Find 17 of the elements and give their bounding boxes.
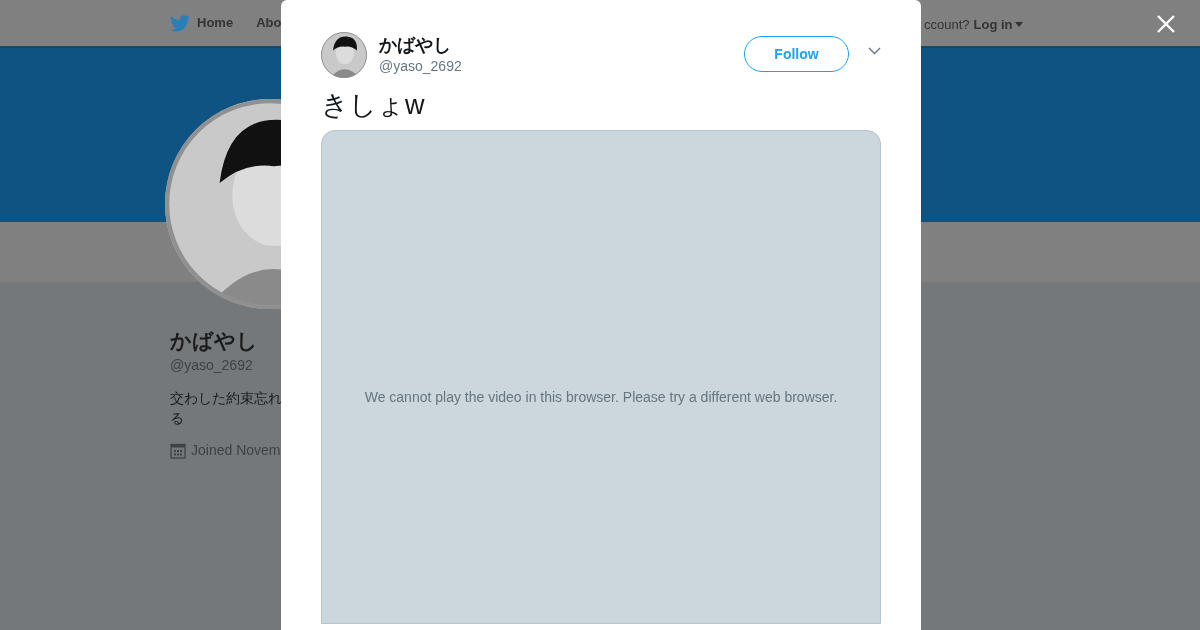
- profile-name: かばやし: [170, 328, 259, 354]
- nav-link[interactable]: Abo: [256, 13, 282, 33]
- close-button[interactable]: [1156, 14, 1176, 34]
- calendar-icon: [170, 442, 186, 459]
- nav-link[interactable]: Home: [170, 13, 234, 33]
- login-link[interactable]: Log in: [973, 15, 1023, 35]
- author-name: かばやし: [379, 34, 452, 56]
- follow-button[interactable]: Follow: [744, 36, 849, 72]
- caret-icon: [1014, 22, 1023, 28]
- profile-bio: 交わした約束忘れ る: [170, 389, 283, 429]
- author-handle: @yaso_2692: [379, 57, 463, 76]
- bird-icon: [170, 14, 190, 32]
- chevron-button[interactable]: [868, 47, 881, 55]
- video-message: We cannot play the video in this browser. Please try a different web browser.: [364, 387, 838, 407]
- account-prompt: ccount?: [924, 16, 970, 34]
- tweet-text: きしょw: [321, 89, 426, 122]
- author-avatar: [321, 32, 367, 78]
